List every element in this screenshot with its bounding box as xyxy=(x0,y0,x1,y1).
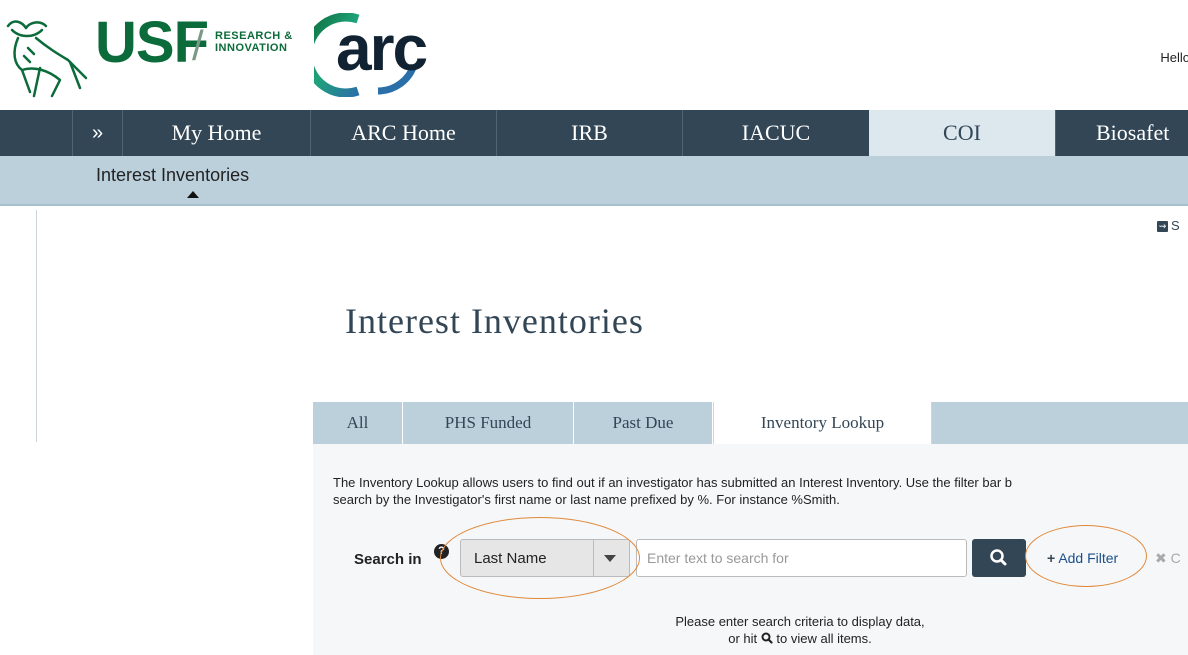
nav-item-my-home[interactable]: My Home xyxy=(122,110,310,156)
search-button[interactable] xyxy=(972,539,1026,577)
brand-divider: / xyxy=(192,22,204,69)
nav-item-irb[interactable]: IRB xyxy=(496,110,682,156)
description-line-2: search by the Investigator's first name … xyxy=(333,492,840,507)
active-caret-icon xyxy=(187,191,199,198)
tab-past-due[interactable]: Past Due xyxy=(574,402,713,444)
search-field-selected-value: Last Name xyxy=(474,550,547,567)
add-filter-button[interactable]: + Add Filter xyxy=(1047,550,1118,566)
empty-state-message: Please enter search criteria to display … xyxy=(600,613,1000,647)
nav-item-arc-home[interactable]: ARC Home xyxy=(310,110,496,156)
clear-label: C xyxy=(1170,550,1181,566)
plus-icon: + xyxy=(1047,550,1056,566)
search-input[interactable] xyxy=(636,539,967,577)
page-title: Interest Inventories xyxy=(345,301,644,341)
help-icon[interactable]: ? xyxy=(434,544,449,559)
subnav-item-interest-inventories[interactable]: Interest Inventories xyxy=(96,165,249,186)
add-filter-label: Add Filter xyxy=(1058,550,1119,566)
tab-inventory-lookup[interactable]: Inventory Lookup xyxy=(713,402,932,444)
arc-brand-text: arc xyxy=(336,12,428,84)
nav-item-biosafety[interactable]: Biosafet xyxy=(1055,110,1188,156)
empty-state-line-1: Please enter search criteria to display … xyxy=(675,614,925,629)
user-greeting: Hello xyxy=(1160,50,1188,65)
search-in-label: Search in xyxy=(354,551,422,568)
usf-subtitle-line1: RESEARCH & xyxy=(215,30,293,42)
nav-item-iacuc[interactable]: IACUC xyxy=(682,110,869,156)
tab-phs-funded[interactable]: PHS Funded xyxy=(403,402,574,444)
close-icon: ✖ xyxy=(1155,550,1167,566)
empty-state-suffix: to view all items. xyxy=(776,631,872,646)
left-divider xyxy=(36,210,37,442)
chevron-down-icon xyxy=(604,555,616,562)
rss-icon[interactable]: ⇝ xyxy=(1157,221,1168,232)
search-icon xyxy=(990,549,1007,566)
tab-all[interactable]: All xyxy=(313,402,403,444)
clear-filter-button[interactable]: ✖ C xyxy=(1155,550,1181,567)
empty-state-prefix: or hit xyxy=(728,631,758,646)
top-right-link[interactable]: S xyxy=(1171,218,1180,233)
usf-subtitle: RESEARCH & INNOVATION xyxy=(215,30,293,54)
search-icon xyxy=(761,632,773,644)
nav-expand-button[interactable]: » xyxy=(72,110,122,156)
usf-subtitle-line2: INNOVATION xyxy=(215,42,288,54)
description-text: The Inventory Lookup allows users to fin… xyxy=(333,474,1188,508)
description-line-1: The Inventory Lookup allows users to fin… xyxy=(333,475,1013,490)
empty-state-line-2: or hit to view all items. xyxy=(600,630,1000,647)
nav-item-coi[interactable]: COI xyxy=(869,110,1055,156)
